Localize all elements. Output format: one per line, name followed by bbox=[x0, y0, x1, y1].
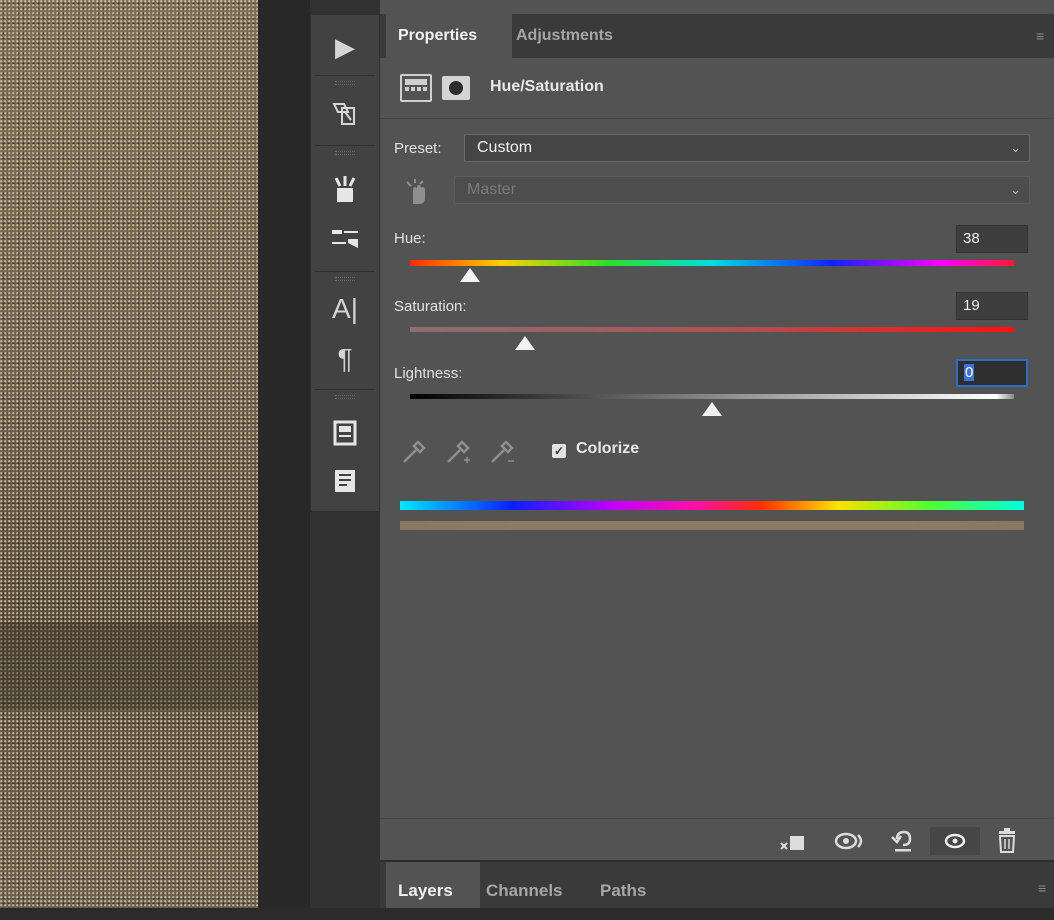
properties-tab-bar: Properties Adjustments ≡ bbox=[380, 14, 1054, 58]
hue-input[interactable]: 38 bbox=[956, 225, 1028, 253]
lightness-value: 0 bbox=[964, 364, 975, 381]
panel-icon-strip: ▶ A| ¶ bbox=[310, 14, 380, 512]
eyedropper-icon[interactable] bbox=[400, 438, 430, 468]
document-canvas[interactable] bbox=[0, 0, 258, 908]
lightness-slider-track[interactable] bbox=[410, 394, 1014, 399]
visibility-icon[interactable] bbox=[930, 827, 980, 855]
reset-icon[interactable] bbox=[888, 827, 918, 855]
tab-channels[interactable]: Channels bbox=[474, 862, 575, 908]
hue-label: Hue: bbox=[394, 230, 426, 247]
strip-grip[interactable] bbox=[335, 151, 355, 155]
properties-bottom-toolbar bbox=[380, 818, 1054, 863]
channel-value: Master bbox=[467, 181, 516, 198]
hue-slider-track[interactable] bbox=[410, 260, 1014, 266]
adjustments-icon[interactable] bbox=[325, 221, 365, 257]
strip-grip[interactable] bbox=[335, 277, 355, 281]
saturation-slider-thumb[interactable] bbox=[514, 336, 535, 350]
saturation-label: Saturation: bbox=[394, 298, 467, 315]
channel-dropdown[interactable]: Master ⌄ bbox=[454, 176, 1030, 204]
layers-panel-tabbar: Layers Channels Paths ≡ bbox=[380, 862, 1054, 908]
tab-adjustments[interactable]: Adjustments bbox=[504, 14, 625, 58]
character-icon[interactable]: A| bbox=[325, 291, 365, 327]
eyedropper-plus-icon[interactable] bbox=[444, 438, 474, 468]
preset-label: Preset: bbox=[394, 140, 442, 157]
preset-dropdown[interactable]: Custom ⌄ bbox=[464, 134, 1030, 162]
layer-mask-icon[interactable] bbox=[442, 76, 470, 100]
paragraph-icon[interactable]: ¶ bbox=[325, 341, 365, 377]
preset-value: Custom bbox=[477, 139, 533, 156]
adjustment-title: Hue/Saturation bbox=[490, 78, 604, 95]
chevron-down-icon: ⌄ bbox=[1010, 182, 1021, 197]
strip-grip[interactable] bbox=[335, 81, 355, 85]
lightness-input[interactable]: 0 bbox=[956, 359, 1028, 387]
strip-grip[interactable] bbox=[335, 395, 355, 399]
tab-properties[interactable]: Properties bbox=[386, 14, 512, 58]
properties-panel: Properties Adjustments ≡ Hue/Saturation … bbox=[380, 0, 1054, 860]
text-doc-icon[interactable] bbox=[325, 463, 365, 499]
targeted-adjustment-hand-icon[interactable] bbox=[404, 178, 430, 206]
3d-transform-icon[interactable] bbox=[325, 95, 365, 131]
brush-presets-icon[interactable] bbox=[325, 171, 365, 207]
panel-menu-icon[interactable]: ≡ bbox=[1036, 28, 1044, 44]
strip-divider bbox=[315, 271, 375, 272]
strip-divider bbox=[315, 75, 375, 76]
eyedropper-minus-icon[interactable] bbox=[488, 438, 518, 468]
saturation-slider-track[interactable] bbox=[410, 327, 1014, 332]
colorize-label: Colorize bbox=[576, 440, 640, 457]
lightness-slider-thumb[interactable] bbox=[702, 402, 722, 416]
notes-icon[interactable] bbox=[325, 415, 365, 451]
colorize-checkbox[interactable]: ✓ bbox=[552, 444, 566, 458]
view-previous-icon[interactable] bbox=[832, 827, 866, 855]
strip-divider bbox=[315, 145, 375, 146]
saturation-input[interactable]: 19 bbox=[956, 292, 1028, 320]
lightness-label: Lightness: bbox=[394, 365, 463, 382]
tab-layers[interactable]: Layers bbox=[386, 862, 480, 908]
play-icon[interactable]: ▶ bbox=[325, 29, 365, 65]
output-color-bar bbox=[400, 521, 1024, 530]
adjustment-header: Hue/Saturation bbox=[380, 58, 1054, 119]
tab-paths[interactable]: Paths bbox=[588, 862, 658, 908]
chevron-down-icon: ⌄ bbox=[1010, 140, 1021, 155]
canvas-gutter bbox=[258, 0, 310, 908]
clip-to-layer-icon[interactable] bbox=[778, 827, 808, 855]
input-spectrum-bar bbox=[400, 501, 1024, 510]
hue-slider-thumb[interactable] bbox=[460, 268, 481, 282]
panel-menu-icon[interactable]: ≡ bbox=[1038, 880, 1046, 896]
hue-saturation-layer-icon[interactable] bbox=[400, 74, 432, 102]
trash-icon[interactable] bbox=[992, 827, 1022, 855]
strip-divider bbox=[315, 389, 375, 390]
